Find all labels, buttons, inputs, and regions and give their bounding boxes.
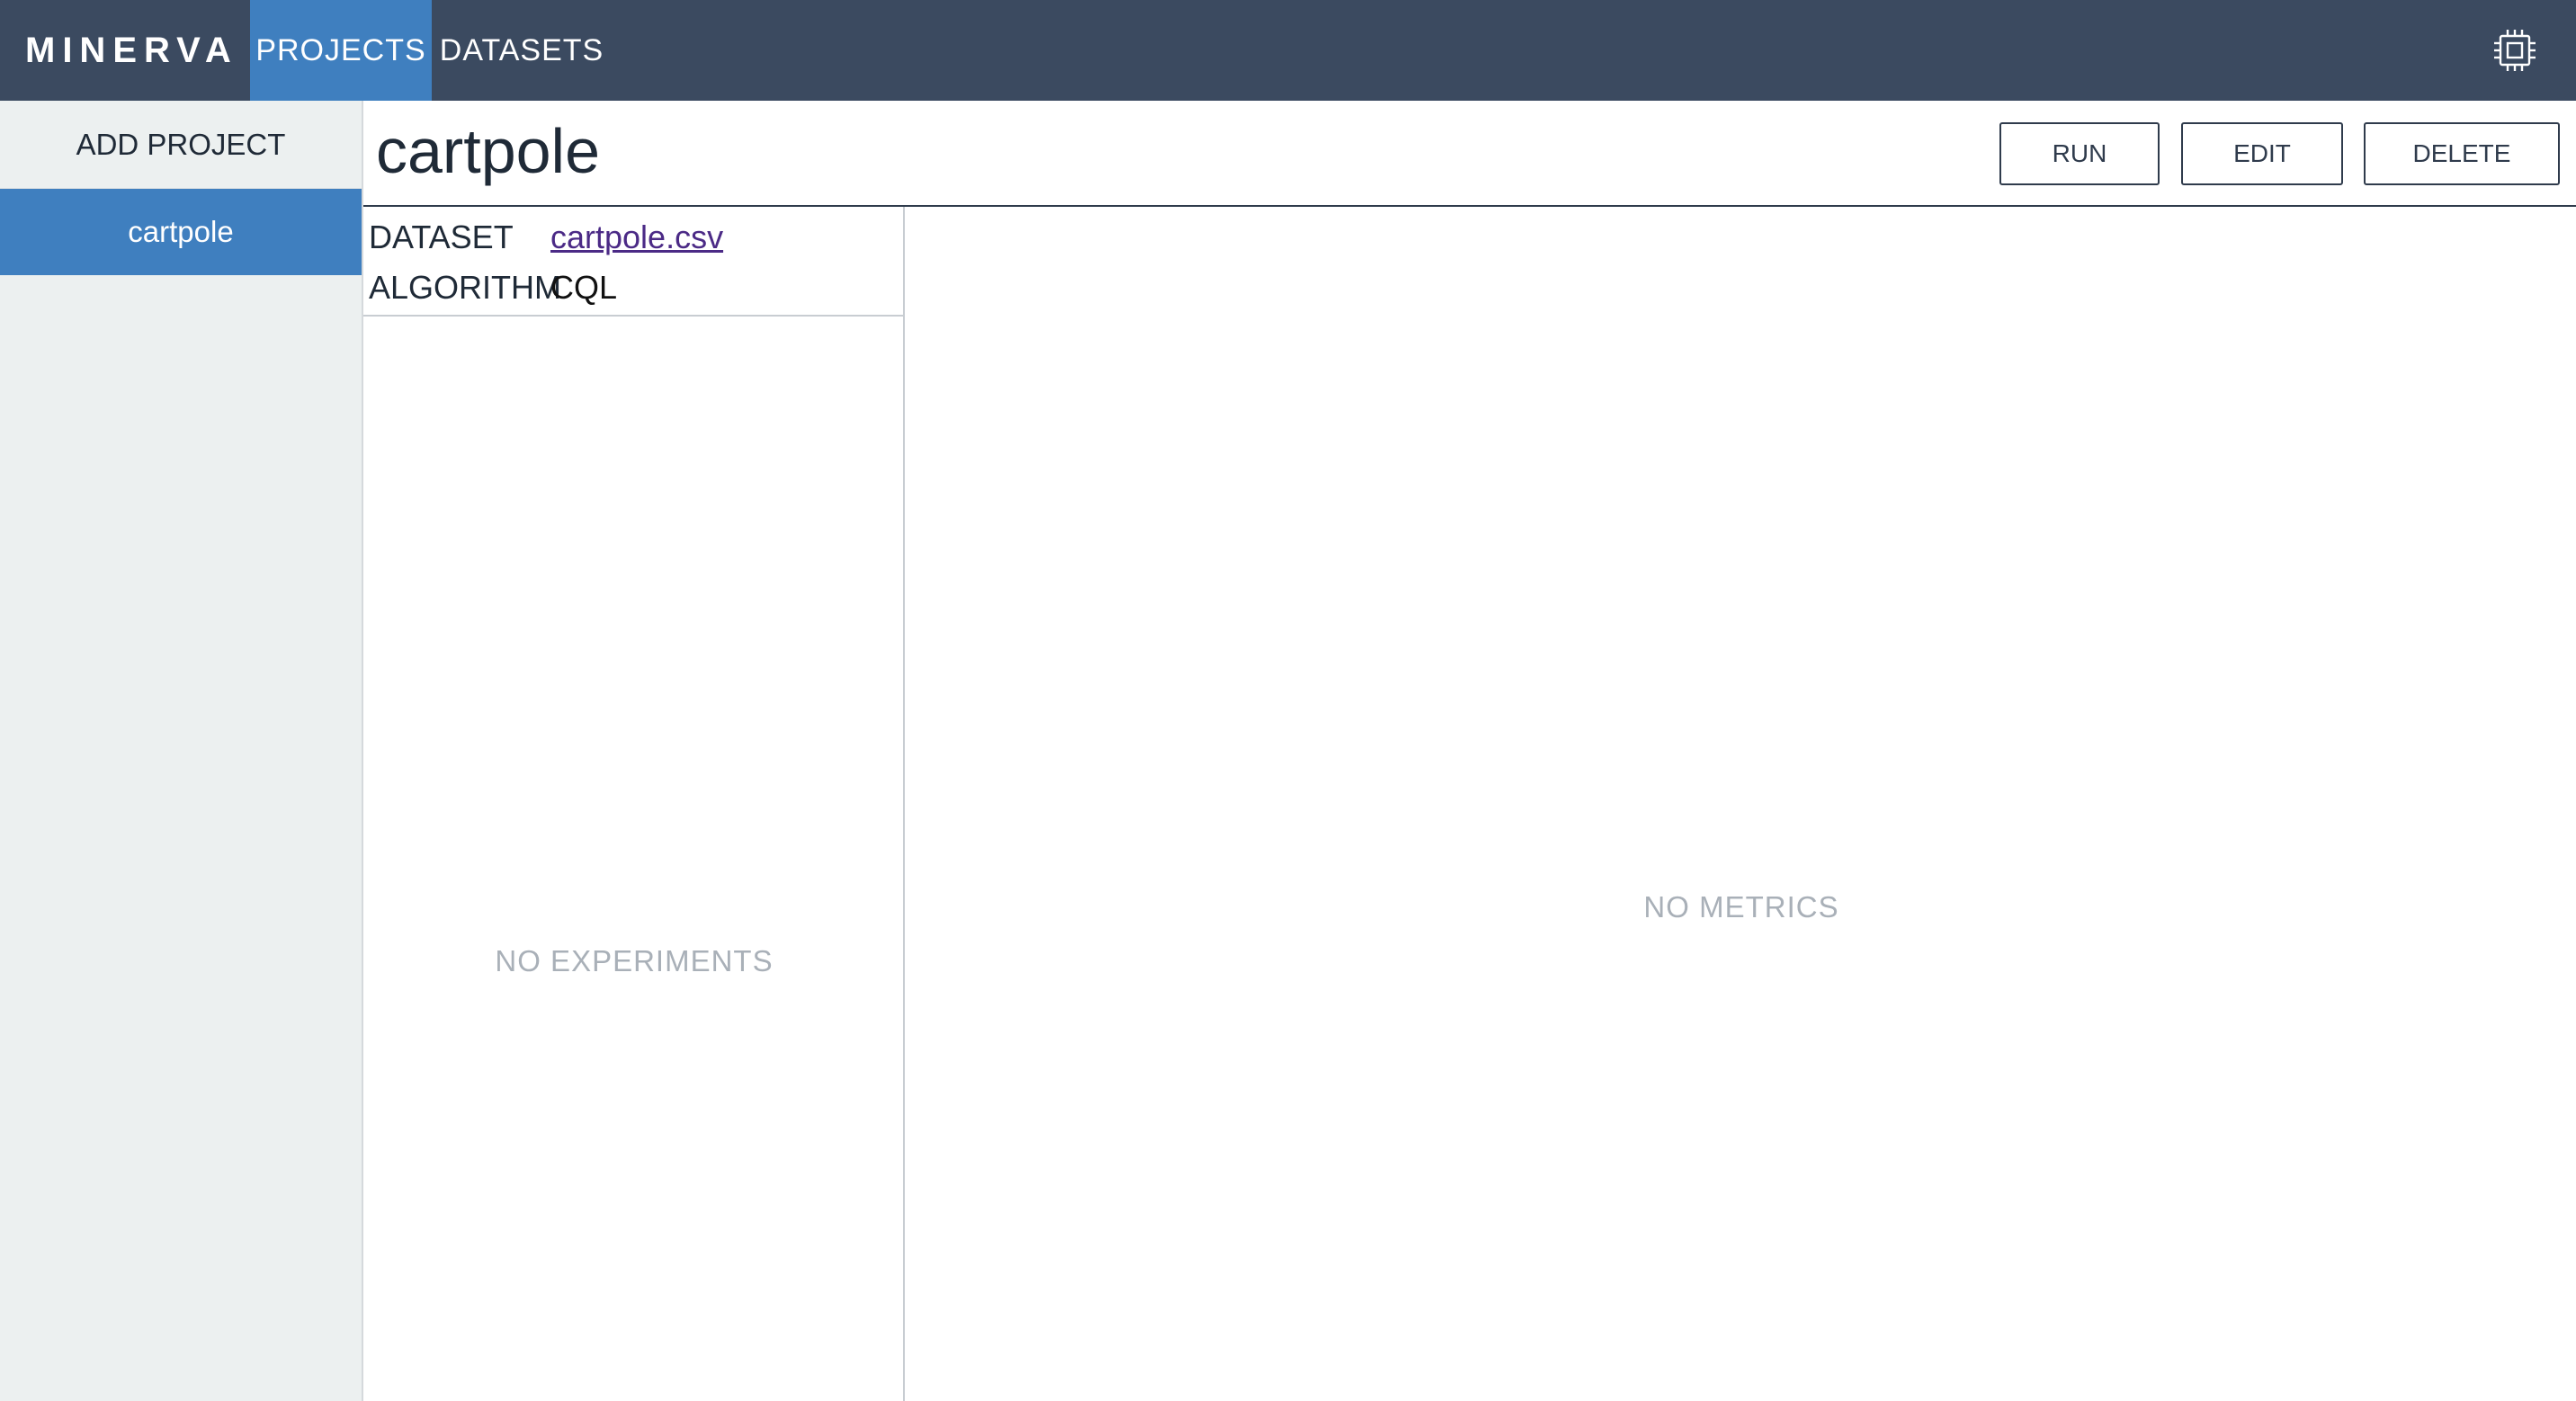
- page-title: cartpole: [376, 116, 601, 186]
- project-title-bar: cartpole RUN EDIT DELETE: [363, 101, 2576, 207]
- algorithm-row: ALGORITHM CQL: [369, 263, 898, 313]
- app-root: MINERVA PROJECTS DATASETS ADD PROJECT ca…: [0, 0, 2576, 1401]
- metrics-panel: NO METRICS: [907, 207, 2576, 1401]
- dataset-row: DATASET cartpole.csv: [369, 212, 898, 263]
- no-metrics-message: NO METRICS: [1643, 890, 1839, 924]
- dataset-label: DATASET: [369, 219, 514, 255]
- project-main: cartpole RUN EDIT DELETE DATASET cartpol…: [363, 101, 2576, 1401]
- header-spacer: [612, 0, 2488, 101]
- algorithm-value: CQL: [550, 269, 618, 306]
- no-experiments-message: NO EXPERIMENTS: [495, 944, 774, 977]
- cpu-chip-icon[interactable]: [2488, 23, 2542, 77]
- add-project-button[interactable]: ADD PROJECT: [0, 101, 362, 189]
- sidebar-item-cartpole[interactable]: cartpole: [0, 189, 362, 275]
- dataset-link[interactable]: cartpole.csv: [550, 219, 723, 256]
- run-button[interactable]: RUN: [1999, 122, 2160, 185]
- algorithm-label: ALGORITHM: [369, 269, 562, 306]
- edit-button[interactable]: EDIT: [2181, 122, 2343, 185]
- brand-logo[interactable]: MINERVA: [0, 0, 250, 101]
- delete-button[interactable]: DELETE: [2364, 122, 2560, 185]
- nav-tab-projects[interactable]: PROJECTS: [250, 0, 432, 101]
- project-sidebar: ADD PROJECT cartpole: [0, 101, 363, 1401]
- project-info: DATASET cartpole.csv ALGORITHM CQL: [363, 207, 903, 317]
- nav-tab-datasets[interactable]: DATASETS: [432, 0, 612, 101]
- top-nav-bar: MINERVA PROJECTS DATASETS: [0, 0, 2576, 101]
- experiments-panel: DATASET cartpole.csv ALGORITHM CQL NO EX…: [363, 207, 905, 1401]
